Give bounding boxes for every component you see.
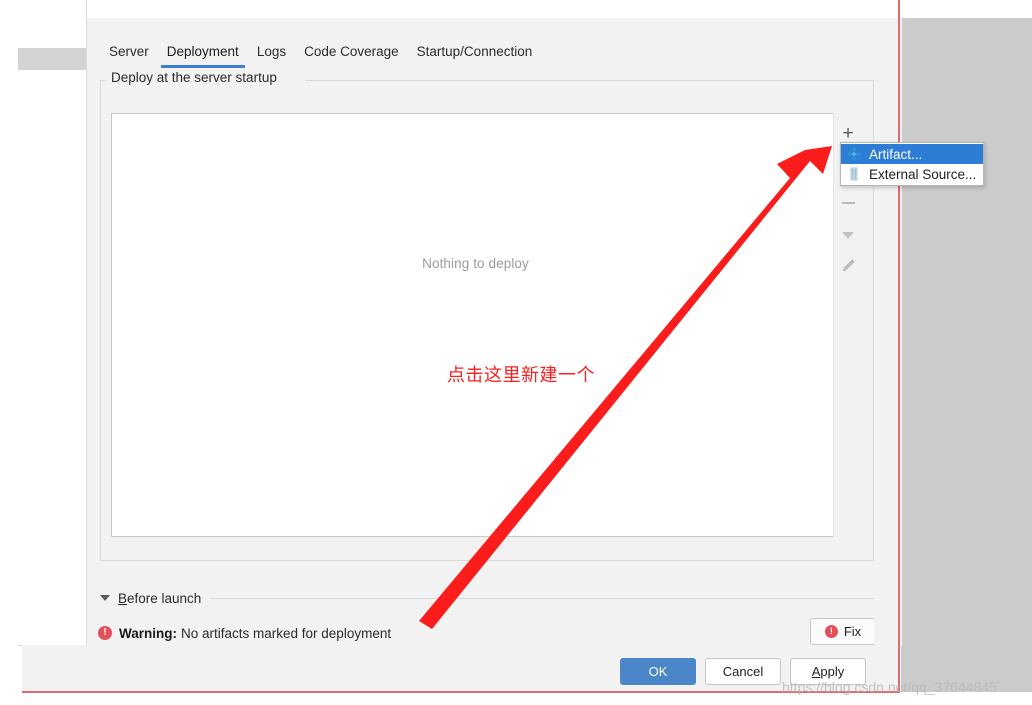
- right-gray-plate: [901, 18, 1032, 692]
- tab-logs[interactable]: Logs: [248, 42, 295, 68]
- caret-down-icon: [842, 231, 854, 239]
- screenshot-red-border-bottom: [22, 691, 900, 693]
- menu-item-artifact-label: Artifact...: [869, 146, 923, 162]
- menu-item-external-source[interactable]: External Source...: [841, 164, 983, 184]
- empty-list-message: Nothing to deploy: [422, 256, 529, 271]
- vertical-scrollbar-track[interactable]: [874, 18, 894, 646]
- external-source-icon: [846, 166, 862, 182]
- group-border-right: [305, 80, 874, 81]
- ok-button[interactable]: OK: [620, 658, 696, 685]
- add-artifact-popup-menu[interactable]: Artifact... External Source...: [840, 142, 984, 186]
- caret-down-icon[interactable]: [100, 595, 110, 601]
- left-side-panel: [18, 0, 87, 646]
- error-circle-icon: !: [824, 625, 838, 638]
- before-launch-label: Before launch: [118, 591, 201, 606]
- fix-button[interactable]: ! Fix: [810, 618, 876, 645]
- tab-startup-connection-label: Startup/Connection: [416, 44, 533, 59]
- menu-item-external-source-label: External Source...: [869, 166, 977, 182]
- pencil-icon: [842, 258, 855, 271]
- deployment-artifact-list[interactable]: Nothing to deploy: [111, 113, 840, 537]
- before-launch-section-header[interactable]: Before launch: [100, 590, 874, 606]
- move-down-button[interactable]: [835, 222, 862, 248]
- tab-code-coverage-label: Code Coverage: [304, 44, 399, 59]
- error-circle-icon: !: [98, 626, 112, 640]
- before-launch-label-rest: efore launch: [127, 590, 202, 606]
- fix-button-label: Fix: [843, 624, 862, 639]
- ok-button-label: OK: [648, 664, 668, 679]
- cancel-button-label: Cancel: [722, 664, 764, 679]
- group-border-left: [100, 80, 106, 81]
- warning-message: No artifacts marked for deployment: [181, 625, 392, 641]
- tab-code-coverage[interactable]: Code Coverage: [295, 42, 408, 68]
- tab-deployment-label: Deployment: [166, 44, 239, 59]
- deploy-group-title: Deploy at the server startup: [108, 70, 282, 85]
- tab-logs-label: Logs: [256, 44, 287, 59]
- tab-server-label: Server: [109, 44, 149, 59]
- configuration-tab-bar: Server Deployment Logs Code Coverage Sta…: [100, 42, 541, 70]
- menu-item-artifact[interactable]: Artifact...: [841, 144, 983, 164]
- tab-startup-connection[interactable]: Startup/Connection: [408, 42, 542, 68]
- plus-icon: +: [842, 122, 854, 144]
- before-launch-mnemonic: B: [118, 590, 128, 606]
- tab-server[interactable]: Server: [100, 42, 158, 68]
- screenshot-red-border-vertical: [898, 0, 900, 692]
- minus-icon: [841, 202, 855, 204]
- apply-button-rest: pply: [820, 664, 845, 679]
- warning-row: ! Warning: No artifacts marked for deplo…: [98, 620, 874, 646]
- remove-artifact-button[interactable]: [835, 190, 862, 216]
- annotation-text: 点击这里新建一个: [447, 365, 595, 386]
- tab-deployment[interactable]: Deployment: [158, 42, 248, 68]
- edit-artifact-button[interactable]: [835, 252, 862, 278]
- left-gray-chip: [18, 48, 86, 70]
- artifact-icon: [846, 146, 862, 162]
- warning-label: Warning:: [119, 625, 177, 641]
- watermark-text: https://blog.csdn.net/qq_37644845: [782, 679, 997, 695]
- deploy-group-legend: Deploy at the server startup: [100, 70, 874, 85]
- apply-button-label: Apply: [812, 664, 845, 679]
- cancel-button[interactable]: Cancel: [705, 658, 781, 685]
- before-launch-divider: [211, 597, 874, 599]
